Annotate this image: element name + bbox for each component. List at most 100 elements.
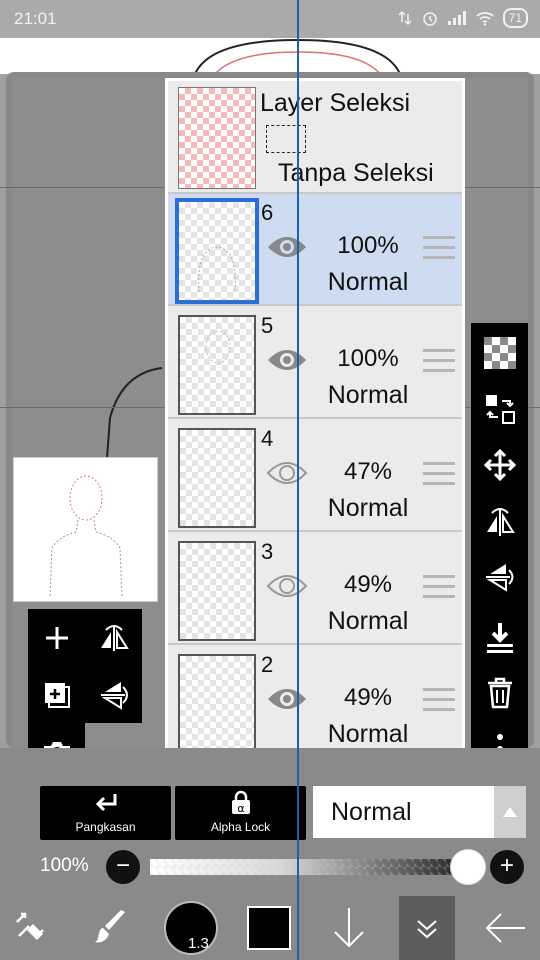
layers-panel: Layer Seleksi Tanpa Seleksi 6 100% Norma… — [165, 78, 465, 778]
layer-row[interactable]: 6 100% Normal — [168, 194, 462, 306]
layer-blend-mode: Normal — [327, 720, 409, 748]
merge-down-button[interactable] — [471, 611, 528, 663]
opacity-decrease-button[interactable]: − — [106, 850, 140, 884]
chevron-double-down-icon — [417, 920, 437, 939]
drag-handle-icon[interactable] — [423, 236, 455, 260]
layer-opacity: 100% — [337, 345, 399, 372]
alpha-lock-label: Alpha Lock — [210, 820, 271, 834]
canvas-sketch-top — [194, 38, 401, 75]
plus-icon — [45, 626, 68, 649]
opacity-slider-knob[interactable] — [450, 849, 486, 885]
selection-marquee-icon — [266, 125, 306, 153]
layer-row[interactable]: 5 100% Normal — [168, 307, 462, 419]
blend-mode-value: Normal — [331, 798, 412, 826]
wifi-icon — [476, 12, 494, 26]
move-icon — [483, 449, 516, 481]
guide-line-vertical — [297, 0, 299, 960]
opacity-increase-button[interactable]: + — [490, 850, 524, 884]
status-time: 21:01 — [14, 9, 57, 28]
bottom-toolbar: 1.3 — [0, 896, 540, 960]
visibility-eye-off-icon[interactable] — [266, 458, 308, 488]
preview-figure — [49, 475, 123, 599]
status-bar: 21:01 71 — [0, 0, 540, 38]
flip-horizontal-icon — [100, 624, 129, 651]
canvas-paper-edge — [0, 38, 540, 75]
blend-mode-select[interactable]: Normal — [313, 786, 526, 838]
status-icons: 71 — [397, 8, 528, 28]
selection-layer[interactable]: Layer Seleksi Tanpa Seleksi — [168, 81, 462, 194]
trash-icon — [487, 677, 512, 709]
current-color-swatch — [247, 906, 291, 950]
add-layer-icon — [44, 682, 70, 708]
data-arrows-icon — [398, 10, 412, 26]
layer-blend-mode: Normal — [327, 381, 409, 409]
brush-tool-button[interactable] — [78, 896, 144, 960]
layer-blend-mode: Normal — [327, 494, 409, 522]
flip-horizontal-right-button[interactable] — [471, 495, 528, 547]
flip-vertical-button[interactable] — [85, 666, 142, 723]
visibility-eye-icon[interactable] — [266, 232, 308, 262]
brush-size-value: 1.3 — [188, 935, 209, 952]
layer-blend-mode: Normal — [327, 268, 409, 296]
transparency-button[interactable] — [471, 327, 528, 379]
visibility-eye-icon[interactable] — [266, 345, 308, 375]
swap-layers-button[interactable] — [471, 383, 528, 435]
move-button[interactable] — [471, 439, 528, 491]
layer-opacity: 100% — [337, 232, 399, 259]
arrow-left-icon — [485, 913, 525, 943]
layers-panel-toggle-button[interactable] — [399, 896, 455, 960]
drag-handle-icon[interactable] — [423, 688, 455, 712]
drag-handle-icon[interactable] — [423, 349, 455, 373]
layer-row[interactable]: 4 47% Normal — [168, 420, 462, 532]
layer-thumbnail — [178, 428, 256, 528]
layer-opacity: 49% — [343, 571, 393, 598]
dropdown-arrow-icon — [494, 786, 526, 838]
layer-opacity: 49% — [343, 684, 393, 711]
swap-icon — [485, 395, 515, 424]
svg-text:α: α — [237, 802, 244, 815]
alpha-lock-button[interactable]: α Alpha Lock — [175, 786, 306, 840]
layer-number: 3 — [261, 539, 274, 564]
delete-layer-button[interactable] — [471, 667, 528, 719]
flip-horizontal-icon — [486, 508, 515, 536]
layer-blend-mode: Normal — [327, 607, 409, 635]
alarm-icon — [422, 12, 437, 26]
brush-size-indicator: 1.3 — [164, 901, 218, 955]
flip-horizontal-button[interactable] — [85, 609, 142, 666]
layer-thumbnail-sketch — [198, 246, 236, 293]
layer-number: 4 — [261, 426, 274, 451]
flip-vertical-icon — [485, 564, 513, 592]
canvas-preview[interactable] — [13, 457, 158, 602]
layer-down-button[interactable] — [316, 896, 382, 960]
merge-down-icon — [486, 623, 513, 653]
clipping-label: Pangkasan — [75, 820, 136, 834]
brush-size-button[interactable]: 1.3 — [158, 896, 224, 960]
clipping-button[interactable]: Pangkasan — [40, 786, 171, 840]
layer-thumbnail — [178, 315, 256, 415]
layer-controls: Pangkasan α Alpha Lock Normal 100% − + — [0, 748, 540, 896]
opacity-slider[interactable] — [150, 859, 480, 875]
arrow-down-icon — [334, 908, 364, 948]
selection-layer-status: Tanpa Seleksi — [278, 159, 434, 187]
back-button[interactable] — [470, 896, 540, 960]
alpha-lock-icon: α — [231, 790, 250, 815]
visibility-eye-off-icon[interactable] — [266, 571, 308, 601]
color-picker-button[interactable] — [236, 896, 302, 960]
drag-handle-icon[interactable] — [423, 462, 455, 486]
transform-eraser-icon — [16, 912, 44, 940]
clipping-arrow-icon — [95, 794, 116, 812]
transform-tool-button[interactable] — [0, 896, 66, 960]
layer-row[interactable]: 3 49% Normal — [168, 533, 462, 645]
add-layer-button[interactable] — [28, 609, 85, 666]
right-toolbar — [471, 323, 528, 780]
layer-number: 2 — [261, 652, 274, 677]
battery-indicator: 71 — [502, 8, 528, 28]
flip-vertical-right-button[interactable] — [471, 551, 528, 603]
visibility-eye-icon[interactable] — [266, 684, 308, 714]
add-image-layer-button[interactable] — [28, 666, 85, 723]
layer-thumbnail-sketch — [205, 330, 231, 364]
selection-layer-thumbnail — [178, 87, 256, 189]
layer-row[interactable]: 2 49% Normal — [168, 646, 462, 758]
layer-thumbnail — [178, 654, 256, 754]
drag-handle-icon[interactable] — [423, 575, 455, 599]
